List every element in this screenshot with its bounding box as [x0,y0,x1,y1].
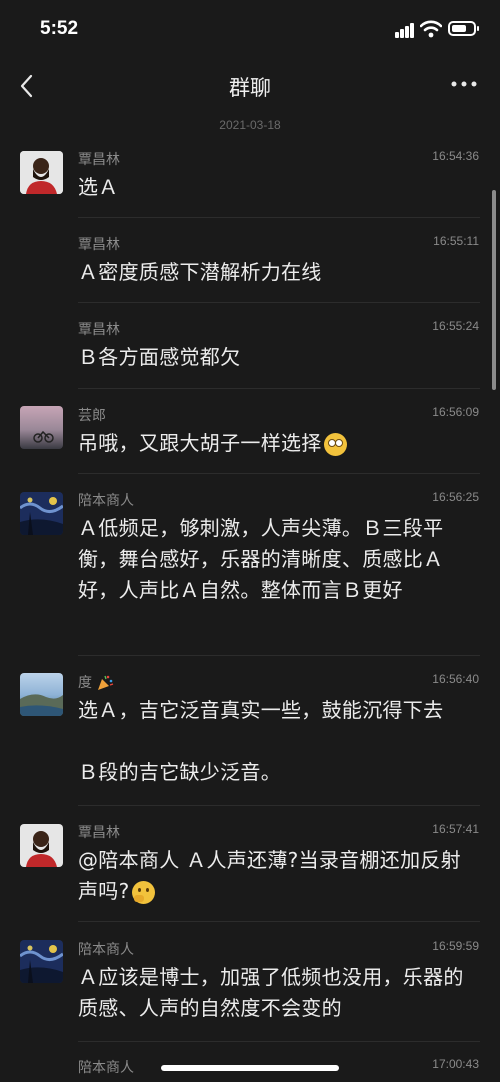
sender-name: 覃昌林 [78,237,120,253]
message-text: Ａ低频足，够刺激，人声尖薄。Ｂ三段平衡，舞台感好，乐器的清晰度、质感比Ａ好，人声… [78,516,444,602]
message-time: 16:56:25 [432,490,479,504]
divider [78,217,480,218]
message-time: 16:57:41 [432,822,479,836]
message-time: 16:54:36 [432,149,479,163]
divider [78,388,480,389]
divider [78,805,480,806]
message-text: Ａ密度质感下潜解析力在线 [78,260,322,284]
message-item[interactable]: 覃昌林 16:55:24 Ｂ各方面感觉都欠 [0,319,500,389]
avatar[interactable] [20,824,63,867]
sender-name: 芸郎 [78,408,106,424]
date-separator: 2021-03-18 [219,118,281,132]
divider [78,921,480,922]
message-time: 16:56:09 [432,405,479,419]
sender-name-text: 度 [78,675,92,691]
wifi-icon [420,20,442,38]
message-item[interactable]: 芸郎 16:56:09 吊哦，又跟大胡子一样选择 [0,404,500,474]
sender-name: 覃昌林 [78,322,120,338]
sender-name: 陪本商人 [78,493,134,509]
message-text: Ａ应该是博士，加强了低频也没用，乐器的质感、人声的自然度不会变的 [78,965,464,1020]
message-item[interactable]: 度 16:56:40 选Ａ，吉它泛音真实一些，鼓能沉得下去 Ｂ段的吉它缺少泛音。 [0,671,500,801]
party-popper-icon [98,675,114,690]
message-item[interactable]: 陪本商人 16:59:59 Ａ应该是博士，加强了低频也没用，乐器的质感、人声的自… [0,938,500,1038]
sender-name: 覃昌林 [78,152,120,168]
divider [78,655,480,656]
message-text: Ｂ各方面感觉都欠 [78,345,241,369]
more-options-icon[interactable] [450,74,478,94]
message-time: 16:55:24 [432,319,479,333]
divider [78,302,480,303]
avatar[interactable] [20,673,63,716]
face-with-rolling-eyes-icon [323,433,347,456]
message-item[interactable]: 覃昌林 16:54:36 选Ａ [0,148,500,218]
avatar[interactable] [20,492,63,535]
message-time: 17:00:43 [432,1057,479,1071]
avatar[interactable] [20,940,63,983]
status-time: 5:52 [40,18,79,39]
message-text: 吊哦，又跟大胡子一样选择 [78,428,476,459]
page-title: 群聊 [229,76,271,100]
sender-name: 陪本商人 [78,1060,134,1076]
sender-name: 陪本商人 [78,942,134,958]
avatar[interactable] [20,151,63,194]
status-bar: 5:52 [0,0,500,60]
message-item[interactable]: 陪本商人 16:56:25 Ａ低频足，够刺激，人声尖薄。Ｂ三段平衡，舞台感好，乐… [0,490,500,650]
message-text: 选Ａ，吉它泛音真实一些，鼓能沉得下去 [78,698,444,722]
message-text-line2: Ｂ段的吉它缺少泛音。 [78,760,281,784]
scrollbar[interactable] [492,190,496,390]
message-time: 16:56:40 [432,672,479,686]
sender-name: 度 [78,672,114,692]
thinking-face-icon [131,881,155,904]
message-text-content: 吊哦，又跟大胡子一样选择 [78,431,322,455]
sender-name: 覃昌林 [78,825,120,841]
message-time: 16:59:59 [432,939,479,953]
message-time: 16:55:11 [433,234,479,248]
divider [78,1041,480,1042]
home-indicator[interactable] [161,1065,339,1071]
message-text: @陪本商人 Ａ人声还薄?当录音棚还加反射声吗? [78,845,476,907]
divider [78,473,480,474]
battery-icon [448,21,479,36]
message-item[interactable]: 覃昌林 16:57:41 @陪本商人 Ａ人声还薄?当录音棚还加反射声吗? [0,821,500,921]
message-item[interactable]: 覃昌林 16:55:11 Ａ密度质感下潜解析力在线 [0,234,500,304]
navigation-bar: 群聊 [0,60,500,112]
avatar[interactable] [20,406,63,449]
cellular-signal-icon [395,22,415,38]
message-text: 选Ａ [78,175,119,199]
